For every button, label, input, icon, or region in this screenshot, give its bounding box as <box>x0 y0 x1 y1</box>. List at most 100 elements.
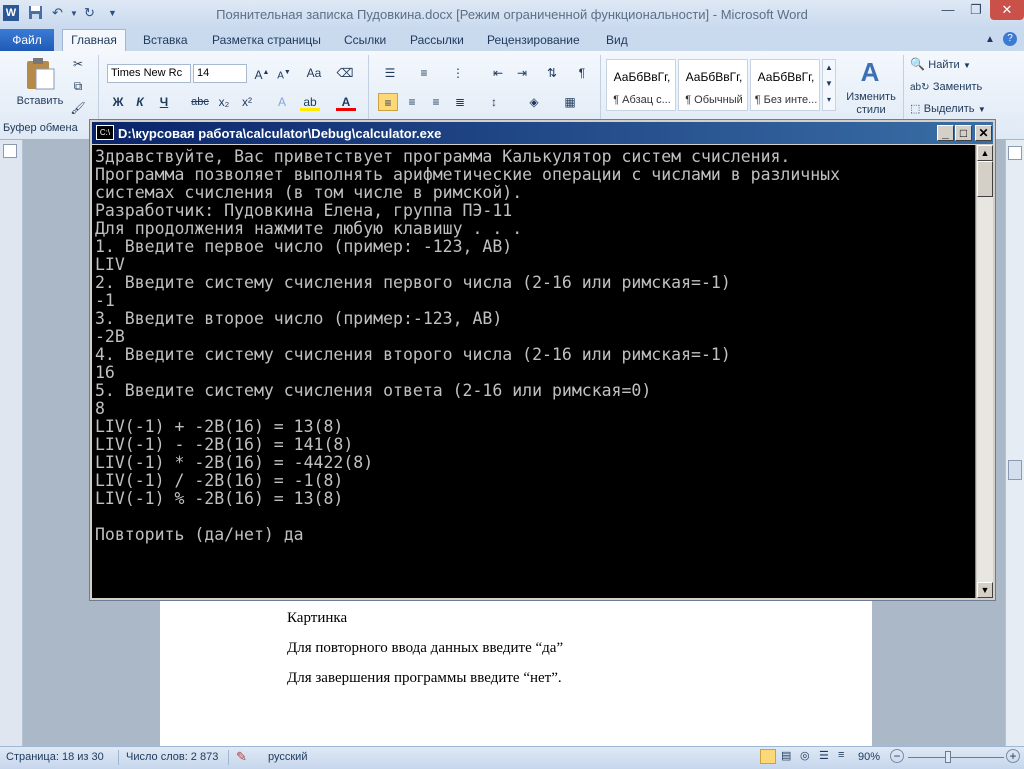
find-button[interactable]: 🔍 Найти ▼ <box>910 57 1020 75</box>
font-color-icon[interactable]: A <box>336 93 356 111</box>
zoom-out-icon[interactable]: − <box>890 749 904 763</box>
superscript-button[interactable]: x² <box>237 93 257 111</box>
console-output[interactable]: Здравствуйте, Вас приветствует программа… <box>92 145 975 598</box>
zoom-slider-thumb[interactable] <box>945 751 951 763</box>
find-icon: 🔍 <box>910 57 925 71</box>
font-name-combo[interactable]: Times New Rc <box>107 64 191 83</box>
cut-icon[interactable]: ✂ <box>68 55 88 73</box>
ribbon-minimize-icon[interactable]: ▲ <box>985 29 995 51</box>
strikethrough-button[interactable]: abc <box>190 93 210 111</box>
proofing-icon[interactable]: ✎ <box>236 749 247 765</box>
change-styles-label: Изменить стили <box>846 91 896 116</box>
draft-icon[interactable]: ≡ <box>838 749 844 761</box>
zoom-slider[interactable] <box>908 757 1004 758</box>
highlight-icon[interactable]: ab <box>300 93 320 111</box>
zoom-level[interactable]: 90% <box>858 751 880 763</box>
clear-format-icon[interactable]: ⌫ <box>335 64 355 82</box>
full-screen-icon[interactable]: ▤ <box>781 749 791 762</box>
subscript-button[interactable]: x₂ <box>214 93 234 111</box>
vertical-ruler <box>0 140 23 746</box>
align-center-icon[interactable]: ≡ <box>402 93 422 111</box>
document-scrollbar[interactable] <box>1005 140 1024 746</box>
italic-button[interactable]: К <box>130 93 150 111</box>
multilevel-list-icon[interactable]: ⋮ <box>448 64 468 82</box>
replace-label: Заменить <box>932 81 983 93</box>
style-normal[interactable]: АаБбВвГг, ¶ Обычный <box>678 59 748 111</box>
tab-view[interactable]: Вид <box>606 29 628 51</box>
close-icon[interactable]: ✕ <box>990 0 1024 20</box>
format-painter-icon[interactable]: 🖌 <box>68 99 88 117</box>
scroll-down-icon[interactable]: ▼ <box>977 582 993 598</box>
justify-icon[interactable]: ≣ <box>450 93 470 111</box>
underline-button[interactable]: Ч <box>154 93 174 111</box>
restore-icon[interactable]: ❐ <box>962 0 990 20</box>
tab-review[interactable]: Рецензирование <box>487 29 580 51</box>
web-layout-icon[interactable]: ◎ <box>800 749 810 762</box>
borders-icon[interactable]: ▦ <box>560 93 580 111</box>
bullets-icon[interactable]: ☰ <box>380 64 400 82</box>
decrease-indent-icon[interactable]: ⇤ <box>488 64 508 82</box>
tab-file[interactable]: Файл <box>0 29 54 51</box>
change-case-icon[interactable]: Aa <box>304 64 324 82</box>
change-styles-button[interactable]: A Изменить стили <box>840 57 902 119</box>
tab-insert[interactable]: Вставка <box>143 29 188 51</box>
console-text: Здравствуйте, Вас приветствует программа… <box>95 148 840 544</box>
page-counter[interactable]: Страница: 18 из 30 <box>6 751 104 763</box>
console-minimize-icon[interactable]: _ <box>937 125 954 141</box>
increase-indent-icon[interactable]: ⇥ <box>512 64 532 82</box>
word-count[interactable]: Число слов: 2 873 <box>126 751 218 763</box>
console-scroll-thumb[interactable] <box>977 161 993 197</box>
bold-button[interactable]: Ж <box>108 93 128 111</box>
tab-references[interactable]: Ссылки <box>344 29 386 51</box>
styles-scroll-icon[interactable]: ▲ ▼ ▾ <box>822 59 836 111</box>
scroll-track[interactable] <box>977 197 993 582</box>
text-effects-icon[interactable]: A <box>272 93 292 111</box>
style-sample: АаБбВвГг, <box>757 70 815 84</box>
console-close-icon[interactable]: ✕ <box>975 125 992 141</box>
scroll-up-icon[interactable]: ▲ <box>977 145 993 161</box>
style-paragraph[interactable]: АаБбВвГг, ¶ Абзац с... <box>606 59 676 111</box>
numbering-icon[interactable]: ≡ <box>414 64 434 82</box>
style-no-spacing[interactable]: АаБбВвГг, ¶ Без инте... <box>750 59 820 111</box>
console-line: -2B <box>95 327 125 346</box>
style-name: ¶ Обычный <box>685 94 743 106</box>
console-window[interactable]: C:\ D:\курсовая работа\calculator\Debug\… <box>89 119 996 601</box>
paste-button[interactable]: Вставить <box>14 55 66 115</box>
minimize-icon[interactable]: — <box>934 0 962 20</box>
shading-icon[interactable]: ◈ <box>524 93 544 111</box>
pilcrow-icon[interactable]: ¶ <box>572 64 592 82</box>
ruler-view-icon[interactable] <box>1008 146 1022 160</box>
shrink-font-icon[interactable]: A▼ <box>274 64 294 82</box>
console-title-bar[interactable]: C:\ D:\курсовая работа\calculator\Debug\… <box>92 122 993 144</box>
tab-mailings[interactable]: Рассылки <box>410 29 464 51</box>
replace-icon: ab↻ <box>910 82 930 93</box>
console-line: LIV(-1) + -2B(16) = 13(8) <box>95 417 344 436</box>
console-scrollbar[interactable]: ▲ ▼ <box>975 145 994 598</box>
select-button[interactable]: ⬚ Выделить ▼ <box>910 101 1020 119</box>
console-line: -1 <box>95 291 115 310</box>
scroll-thumb[interactable] <box>1008 460 1022 480</box>
console-line: системах счисления (в том числе в римско… <box>95 183 523 202</box>
window-title: Поянительная записка Пудовкина.docx [Реж… <box>216 7 808 22</box>
font-size-combo[interactable]: 14 <box>193 64 247 83</box>
help-icon[interactable]: ? <box>1003 32 1017 46</box>
style-sample: АаБбВвГг, <box>613 70 671 84</box>
zoom-in-icon[interactable]: + <box>1006 749 1020 763</box>
sort-icon[interactable]: ⇅ <box>542 64 562 82</box>
tab-page-layout[interactable]: Разметка страницы <box>212 29 321 51</box>
copy-icon[interactable]: ⧉ <box>68 77 88 95</box>
align-right-icon[interactable]: ≡ <box>426 93 446 111</box>
grow-font-icon[interactable]: A▲ <box>252 64 272 82</box>
outline-icon[interactable]: ☰ <box>819 749 829 762</box>
console-maximize-icon[interactable]: □ <box>955 125 972 141</box>
clipboard-group-label: Буфер обмена <box>3 122 78 134</box>
language-indicator[interactable]: русский <box>268 751 307 763</box>
align-left-icon[interactable]: ≡ <box>378 93 398 111</box>
replace-button[interactable]: ab↻ Заменить <box>910 79 1020 97</box>
console-icon[interactable]: C:\ <box>96 125 114 140</box>
line-spacing-icon[interactable]: ↕ <box>484 93 504 111</box>
ruler-toggle-icon[interactable] <box>3 144 17 158</box>
tab-home[interactable]: Главная <box>62 29 126 51</box>
console-line: Повторить (да/нет) да <box>95 525 304 544</box>
print-layout-icon[interactable] <box>760 749 776 764</box>
